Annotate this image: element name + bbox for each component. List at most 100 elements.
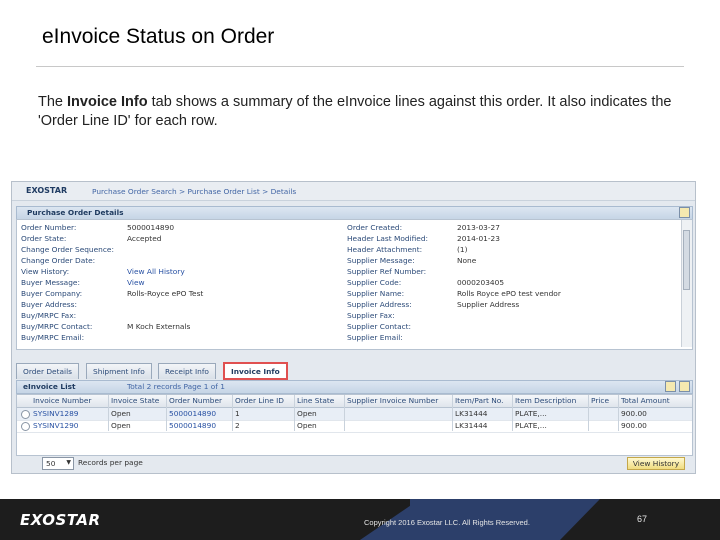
detail-value: (1) xyxy=(457,245,468,254)
column-header[interactable]: Order Number xyxy=(169,396,222,405)
tab-invoice-info[interactable]: Invoice Info xyxy=(223,362,288,380)
column-divider xyxy=(618,395,619,431)
table-cell[interactable]: 5000014890 xyxy=(169,409,216,418)
slide-body-text: The Invoice Info tab shows a summary of … xyxy=(38,93,678,131)
breadcrumb[interactable]: Purchase Order Search > Purchase Order L… xyxy=(92,187,296,196)
detail-value: 2013-03-27 xyxy=(457,223,500,232)
table-header-row: Invoice Number Invoice State Order Number O… xyxy=(17,395,692,408)
breadcrumb-bar: EXOSTAR Purchase Order Search > Purchase… xyxy=(12,182,695,201)
scrollbar-thumb[interactable] xyxy=(683,230,690,290)
column-header[interactable]: Invoice State xyxy=(111,396,159,405)
footer-logo-text: EXOSTAR xyxy=(20,511,101,529)
table-cell[interactable]: SYSINV1289 xyxy=(33,409,78,418)
detail-label: View History: xyxy=(21,267,70,276)
app-screenshot: EXOSTAR Purchase Order Search > Purchase… xyxy=(11,181,696,474)
table-cell: Open xyxy=(111,421,131,430)
detail-label: Order Created: xyxy=(347,223,403,232)
column-divider xyxy=(344,395,345,431)
slide-title: eInvoice Status on Order xyxy=(42,25,275,48)
row-radio[interactable] xyxy=(21,410,30,419)
details-scrollbar[interactable] xyxy=(681,220,692,347)
column-header[interactable]: Line State xyxy=(297,396,334,405)
detail-label: Order Number: xyxy=(21,223,77,232)
detail-label: Buy/MRPC Fax: xyxy=(21,311,77,320)
column-header[interactable]: Total Amount xyxy=(621,396,670,405)
detail-value: M Koch Externals xyxy=(127,322,191,331)
detail-value: Rolls-Royce ePO Test xyxy=(127,289,204,298)
detail-label: Supplier Fax: xyxy=(347,311,395,320)
pager-bar: 50 ▼ Records per page View History xyxy=(16,457,691,470)
detail-label: Order State: xyxy=(21,234,67,243)
tab-bar: Order Details Shipment Info Receipt Info… xyxy=(16,362,691,380)
body-text-pre: The xyxy=(38,94,68,110)
detail-label: Buy/MRPC Email: xyxy=(21,333,85,342)
detail-label: Supplier Name: xyxy=(347,289,405,298)
chevron-down-icon: ▼ xyxy=(66,459,71,466)
tab-shipment-info[interactable]: Shipment Info xyxy=(86,363,152,379)
order-details-panel: Order Number: 5000014890 Order State: Accep… xyxy=(16,219,693,350)
detail-label: Change Order Date: xyxy=(21,256,96,265)
tab-order-details[interactable]: Order Details xyxy=(16,363,79,379)
page-number: 67 xyxy=(637,514,648,524)
detail-label: Supplier Message: xyxy=(347,256,415,265)
table-cell: Open xyxy=(297,409,317,418)
copyright-text: Copyright 2016 Exostar LLC. All Rights R… xyxy=(364,518,530,527)
row-radio[interactable] xyxy=(21,422,30,431)
title-divider xyxy=(36,66,684,67)
footer-logo: EXOSTAR xyxy=(20,511,101,529)
column-header[interactable]: Item/Part No. xyxy=(455,396,504,405)
table-cell: PLATE,... xyxy=(515,421,547,430)
column-header[interactable]: Invoice Number xyxy=(33,396,91,405)
column-divider xyxy=(452,395,453,431)
detail-value: Supplier Address xyxy=(457,300,520,309)
einvoice-list-title: eInvoice List xyxy=(23,382,76,391)
table-cell: LK31444 xyxy=(455,421,488,430)
column-divider xyxy=(108,395,109,431)
detail-label: Supplier Address: xyxy=(347,300,412,309)
table-cell: PLATE,... xyxy=(515,409,547,418)
detail-label: Buyer Message: xyxy=(21,278,80,287)
table-cell: 1 xyxy=(235,409,240,418)
detail-value[interactable]: View xyxy=(127,278,145,287)
detail-label: Supplier Code: xyxy=(347,278,402,287)
tab-receipt-info[interactable]: Receipt Info xyxy=(158,363,216,379)
column-divider xyxy=(232,395,233,431)
table-cell: LK31444 xyxy=(455,409,488,418)
records-per-page-label: Records per page xyxy=(78,458,143,467)
details-panel-title: Purchase Order Details xyxy=(27,208,124,217)
detail-label: Supplier Ref Number: xyxy=(347,267,427,276)
paging-text: Total 2 records Page 1 of 1 xyxy=(127,382,225,391)
column-header[interactable]: Order Line ID xyxy=(235,396,284,405)
view-history-button[interactable]: View History xyxy=(627,457,685,470)
detail-label: Buyer Address: xyxy=(21,300,77,309)
app-logo: EXOSTAR xyxy=(26,186,68,195)
detail-label: Supplier Email: xyxy=(347,333,403,342)
einvoice-table: Invoice Number Invoice State Order Number O… xyxy=(16,394,693,456)
table-row[interactable]: SYSINV1290 Open 5000014890 2 Open LK31444 PLAT… xyxy=(17,420,692,433)
column-divider xyxy=(512,395,513,431)
edit-icon[interactable] xyxy=(679,207,690,218)
column-divider xyxy=(294,395,295,431)
column-header[interactable]: Supplier Invoice Number xyxy=(347,396,438,405)
column-header[interactable]: Price xyxy=(591,396,609,405)
column-divider xyxy=(588,395,589,431)
body-text-bold: Invoice Info xyxy=(67,94,148,110)
table-cell: 900.00 xyxy=(621,421,647,430)
detail-value[interactable]: View All History xyxy=(127,267,185,276)
detail-label: Supplier Contact: xyxy=(347,322,412,331)
detail-label: Buy/MRPC Contact: xyxy=(21,322,93,331)
einvoice-list-header: eInvoice List Total 2 records Page 1 of … xyxy=(16,380,693,394)
table-cell[interactable]: SYSINV1290 xyxy=(33,421,78,430)
table-cell[interactable]: 5000014890 xyxy=(169,421,216,430)
column-header[interactable]: Item Description xyxy=(515,396,576,405)
records-per-page-select[interactable]: 50 ▼ xyxy=(42,457,74,470)
detail-value: 0000203405 xyxy=(457,278,505,287)
print-icon[interactable] xyxy=(679,381,690,392)
footer-slant-right xyxy=(560,499,600,540)
column-divider xyxy=(166,395,167,431)
detail-value: 2014-01-23 xyxy=(457,234,500,243)
detail-label: Header Last Modified: xyxy=(347,234,429,243)
table-cell: Open xyxy=(111,409,131,418)
table-cell: 900.00 xyxy=(621,409,647,418)
export-icon[interactable] xyxy=(665,381,676,392)
